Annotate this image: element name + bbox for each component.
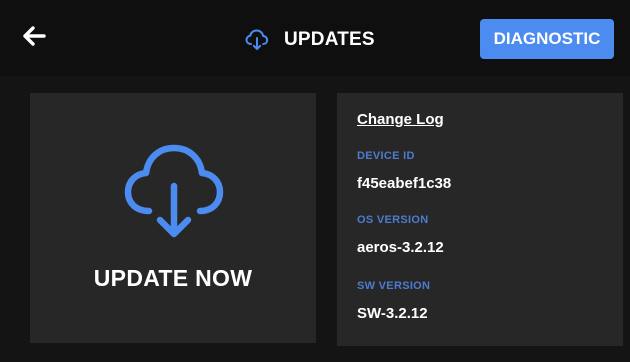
diagnostic-button[interactable]: DIAGNOSTIC [480,19,614,59]
page-title: UPDATES [284,29,375,50]
os-version-label: OS VERSION [357,214,429,226]
page-title-group: UPDATES [244,26,375,54]
cloud-download-icon [245,29,269,50]
update-now-button[interactable]: UPDATE NOW [30,93,316,343]
back-button[interactable] [18,20,50,52]
device-info-panel: Change Log DEVICE ID f45eabef1c38 OS VER… [337,93,623,346]
os-version-value: aeros-3.2.12 [357,239,444,256]
device-id-value: f45eabef1c38 [357,175,452,192]
arrow-left-icon [23,26,46,46]
changelog-link[interactable]: Change Log [357,111,444,128]
sw-version-label: SW VERSION [357,280,431,292]
device-id-label: DEVICE ID [357,150,415,162]
sw-version-value: SW-3.2.12 [357,305,428,322]
cloud-download-icon [124,144,224,238]
updates-screen: UPDATES DIAGNOSTIC UPDATE NOW Change Log… [0,0,630,362]
header-bar: UPDATES DIAGNOSTIC [0,0,630,76]
update-now-label: UPDATE NOW [93,265,253,291]
